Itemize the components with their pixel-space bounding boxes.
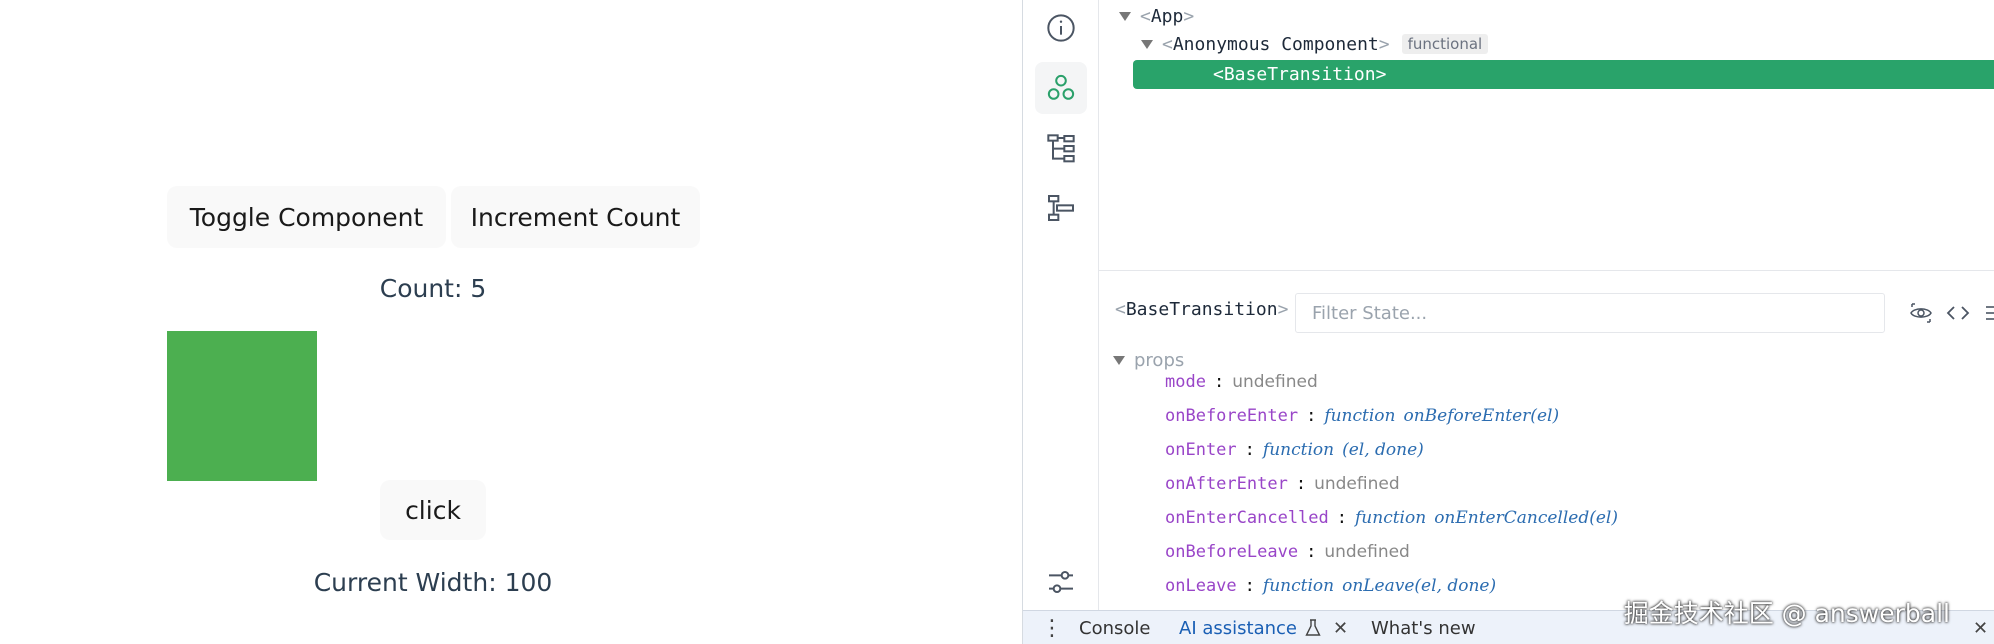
timeline-icon[interactable] bbox=[1035, 182, 1087, 234]
tree-node-app[interactable]: < App > bbox=[1119, 2, 1194, 30]
prop-function-keyword: function bbox=[1355, 508, 1427, 528]
devtools-sidebar bbox=[1023, 0, 1099, 610]
eye-icon[interactable] bbox=[1908, 300, 1934, 326]
count-display: Count: 5 bbox=[379, 274, 487, 303]
code-icon[interactable] bbox=[1945, 300, 1971, 326]
prop-function-keyword: function bbox=[1262, 440, 1335, 460]
vue-devtools-panel: < App > < Anonymous Component > functional <… bbox=[1022, 0, 1994, 644]
increment-count-button[interactable]: Increment Count bbox=[451, 186, 700, 248]
tab-console[interactable]: Console bbox=[1079, 611, 1150, 644]
tree-node-basetransition[interactable]: < BaseTransition > bbox=[1133, 60, 1994, 89]
prop-value: undefined bbox=[1314, 474, 1400, 494]
tree-node-label: BaseTransition bbox=[1223, 64, 1376, 85]
component-tree-icon[interactable] bbox=[1035, 122, 1087, 174]
prop-function-signature: (el, done) bbox=[1342, 440, 1424, 460]
prop-row[interactable]: onAfterEnter: undefined bbox=[1165, 470, 1400, 498]
tab-ai-assistance-label: AI assistance bbox=[1179, 617, 1297, 639]
tree-node-label: App bbox=[1150, 5, 1184, 27]
inspected-component-name: <BaseTransition> bbox=[1115, 299, 1289, 320]
state-panel: props mode: undefined onBeforeEnter: funct… bbox=[1099, 345, 1994, 610]
prop-key: onEnter bbox=[1165, 440, 1237, 460]
prop-row[interactable]: onEnterCancelled: function onEnterCancelle… bbox=[1165, 504, 1618, 532]
prop-key: onEnterCancelled bbox=[1165, 508, 1329, 528]
toggle-component-button[interactable]: Toggle Component bbox=[167, 186, 446, 248]
expand-triangle-icon[interactable] bbox=[1113, 355, 1125, 365]
prop-key: onLeave bbox=[1165, 576, 1237, 596]
inspector-header: <BaseTransition> bbox=[1099, 271, 1994, 353]
app-preview: Toggle Component Increment Count Count: … bbox=[0, 0, 1022, 644]
info-icon[interactable] bbox=[1035, 2, 1087, 54]
prop-function-signature: onEnterCancelled(el) bbox=[1434, 508, 1618, 528]
components-icon[interactable] bbox=[1035, 62, 1087, 114]
more-options-icon[interactable]: ⋮ bbox=[1041, 611, 1063, 644]
click-button[interactable]: click bbox=[380, 480, 486, 540]
collapse-list-icon[interactable] bbox=[1983, 300, 1994, 326]
prop-row[interactable]: onBeforeEnter: function onBeforeEnter(el) bbox=[1165, 402, 1559, 430]
prop-function-keyword: function bbox=[1262, 576, 1335, 596]
functional-badge: functional bbox=[1401, 34, 1489, 54]
tab-whats-new[interactable]: What's new bbox=[1371, 611, 1476, 644]
prop-key: onBeforeEnter bbox=[1165, 406, 1299, 426]
expand-triangle-icon[interactable] bbox=[1141, 39, 1153, 49]
expand-triangle-icon[interactable] bbox=[1119, 11, 1131, 21]
prop-key: mode bbox=[1165, 372, 1206, 392]
tree-node-anonymous[interactable]: < Anonymous Component > functional bbox=[1141, 30, 1489, 58]
settings-icon[interactable] bbox=[1035, 556, 1087, 608]
current-width-display: Current Width: 100 bbox=[313, 568, 553, 597]
prop-row[interactable]: onBeforeLeave: undefined bbox=[1165, 538, 1410, 566]
prop-key: onBeforeLeave bbox=[1165, 542, 1299, 562]
prop-value: undefined bbox=[1324, 542, 1410, 562]
watermark: 掘金技术社区 @ answerball bbox=[1623, 599, 1950, 628]
prop-function-signature: onBeforeEnter(el) bbox=[1403, 406, 1560, 426]
prop-row[interactable]: onLeave: function onLeave(el, done) bbox=[1165, 572, 1496, 600]
prop-function-keyword: function bbox=[1324, 406, 1396, 426]
component-tree: < App > < Anonymous Component > functional <… bbox=[1099, 0, 1994, 270]
close-drawer-icon[interactable]: ✕ bbox=[1973, 611, 1988, 644]
prop-row[interactable]: onEnter: function (el, done) bbox=[1165, 436, 1424, 464]
prop-row[interactable]: mode: undefined bbox=[1165, 368, 1318, 396]
prop-key: onAfterEnter bbox=[1165, 474, 1288, 494]
animated-box bbox=[167, 331, 317, 481]
filter-state-input[interactable] bbox=[1295, 293, 1885, 333]
tree-node-label: Anonymous Component bbox=[1172, 33, 1379, 55]
prop-value: undefined bbox=[1232, 372, 1318, 392]
close-tab-icon[interactable]: ✕ bbox=[1333, 618, 1348, 639]
tab-ai-assistance[interactable]: AI assistance ✕ bbox=[1179, 611, 1348, 644]
flask-icon bbox=[1305, 619, 1321, 636]
inspected-component-label: BaseTransition bbox=[1125, 299, 1278, 320]
prop-function-signature: onLeave(el, done) bbox=[1342, 576, 1497, 596]
